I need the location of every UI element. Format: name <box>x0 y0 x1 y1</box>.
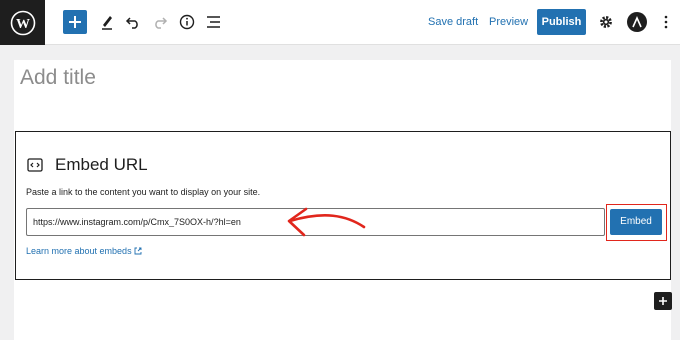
embed-button[interactable]: Embed <box>610 209 662 235</box>
undo-button[interactable] <box>124 9 142 35</box>
undo-icon <box>125 17 138 29</box>
more-options-icon <box>664 15 668 29</box>
top-toolbar: W Save draft Preview Publish <box>0 0 680 45</box>
pencil-icon <box>102 16 112 30</box>
options-button[interactable] <box>660 9 672 35</box>
details-button[interactable] <box>178 9 196 35</box>
annotation-arrow-icon <box>287 207 366 237</box>
embed-block-description: Paste a link to the content you want to … <box>26 187 261 197</box>
gear-icon <box>600 16 612 28</box>
embed-block-title: Embed URL <box>55 155 148 174</box>
editor-window: W Save draft Preview Publish Add title E… <box>0 0 680 340</box>
svg-text:W: W <box>16 17 30 32</box>
post-title-input[interactable]: Add title <box>20 66 96 90</box>
list-view-button[interactable] <box>205 9 223 35</box>
external-link-icon <box>134 247 142 255</box>
plus-icon <box>659 297 667 305</box>
tools-button[interactable] <box>99 9 115 35</box>
settings-button[interactable] <box>597 9 615 35</box>
user-avatar-icon[interactable] <box>627 12 647 32</box>
wordpress-logo-icon[interactable]: W <box>0 0 45 45</box>
learn-more-link[interactable]: Learn more about embeds <box>26 246 142 256</box>
add-block-toggle-button[interactable] <box>63 10 87 34</box>
list-view-icon <box>207 16 220 28</box>
embed-block-icon <box>27 154 43 176</box>
info-icon <box>179 14 195 30</box>
learn-more-label: Learn more about embeds <box>26 246 132 256</box>
preview-button[interactable]: Preview <box>489 0 528 45</box>
plus-icon <box>69 16 81 28</box>
redo-button[interactable] <box>151 9 169 35</box>
publish-button[interactable]: Publish <box>537 9 586 35</box>
redo-icon <box>155 17 168 29</box>
save-draft-button[interactable]: Save draft <box>428 0 478 45</box>
add-block-button[interactable] <box>654 292 672 310</box>
